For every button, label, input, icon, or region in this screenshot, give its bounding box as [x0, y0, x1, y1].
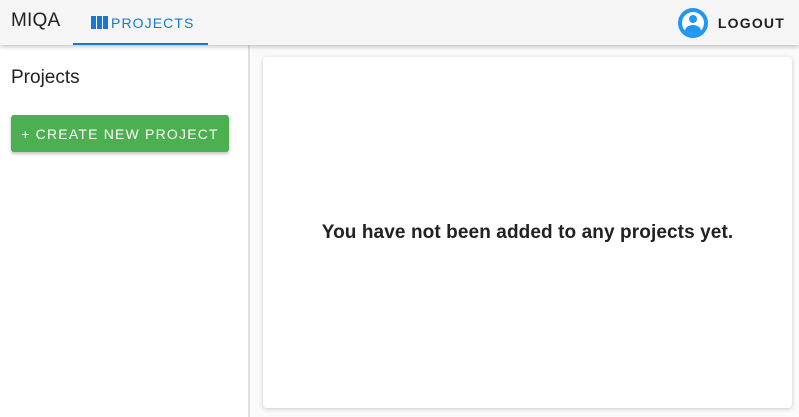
empty-state-card: You have not been added to any projects …	[263, 57, 792, 408]
empty-state-message: You have not been added to any projects …	[321, 221, 734, 243]
sidebar-title: Projects	[11, 67, 80, 88]
app-root: MIQA Projects Logout Projects + Create n…	[0, 0, 799, 417]
tab-projects-label: Projects	[111, 14, 195, 31]
logout-button[interactable]: Logout	[677, 6, 785, 39]
main-content: You have not been added to any projects …	[252, 45, 799, 417]
logout-label: Logout	[717, 14, 785, 31]
projects-sidebar: Projects + Create new project	[0, 45, 250, 417]
view-column-icon	[91, 16, 108, 29]
active-tab-indicator	[73, 43, 208, 45]
brand-title: MIQA	[11, 10, 61, 31]
top-app-bar: MIQA Projects Logout	[0, 0, 799, 45]
tab-projects[interactable]: Projects	[73, 0, 208, 45]
account-circle-icon	[677, 7, 708, 38]
create-new-project-button[interactable]: + Create new project	[11, 115, 229, 152]
